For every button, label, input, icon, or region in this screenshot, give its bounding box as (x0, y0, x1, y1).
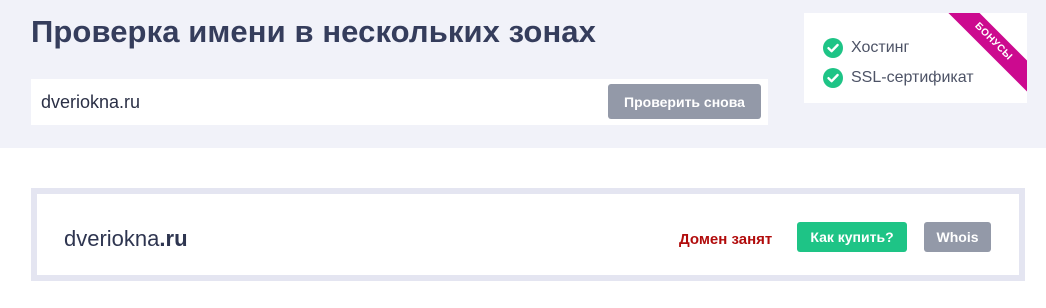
domain-status: Домен занят (679, 231, 773, 248)
page-title: Проверка имени в нескольких зонах (31, 14, 596, 49)
domain-zone: .ru (159, 226, 188, 251)
bonus-list: Хостинг SSL-сертификат (823, 33, 974, 93)
domain-search-form: Проверить снова (31, 79, 768, 125)
domain-result-card: dveriokna.ru Домен занят Как купить? Who… (31, 188, 1025, 281)
bonus-item-label: Хостинг (851, 39, 910, 56)
how-to-buy-button[interactable]: Как купить? (797, 222, 907, 252)
bonus-item-label: SSL-сертификат (851, 69, 974, 86)
bonus-item-ssl: SSL-сертификат (823, 63, 974, 93)
check-circle-icon (823, 68, 843, 88)
domain-base: dveriokna (64, 226, 160, 251)
domain-search-input[interactable] (31, 79, 601, 125)
whois-button[interactable]: Whois (924, 222, 991, 252)
check-circle-icon (823, 38, 843, 58)
check-again-button[interactable]: Проверить снова (608, 84, 761, 119)
result-domain-name: dveriokna.ru (64, 226, 188, 252)
top-panel: Проверка имени в нескольких зонах Провер… (0, 0, 1046, 148)
bonus-card: Хостинг SSL-сертификат БОНУСЫ (804, 13, 1027, 103)
bonus-item-hosting: Хостинг (823, 33, 974, 63)
